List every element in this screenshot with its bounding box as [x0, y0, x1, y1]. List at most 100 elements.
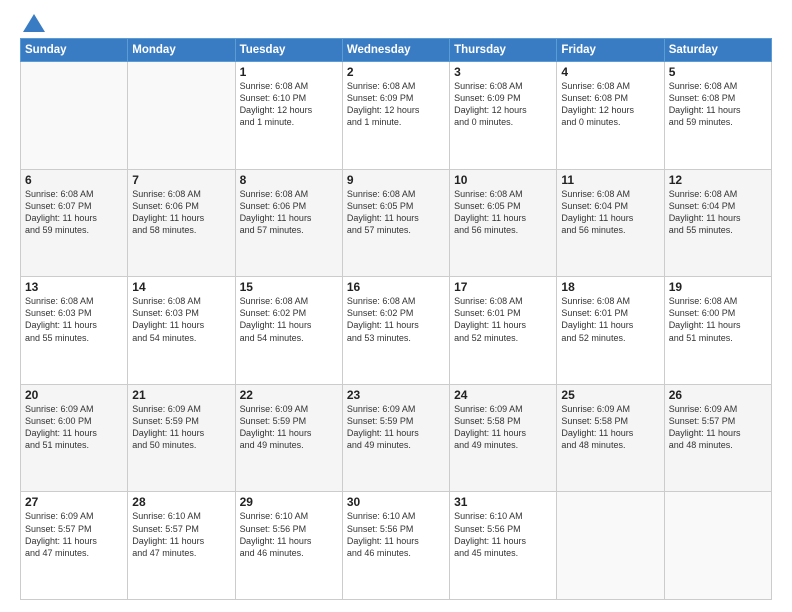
calendar-cell: 11Sunrise: 6:08 AM Sunset: 6:04 PM Dayli…	[557, 169, 664, 277]
day-number: 4	[561, 65, 659, 79]
calendar-cell: 2Sunrise: 6:08 AM Sunset: 6:09 PM Daylig…	[342, 62, 449, 170]
calendar-header-row: SundayMondayTuesdayWednesdayThursdayFrid…	[21, 39, 772, 62]
calendar-cell: 25Sunrise: 6:09 AM Sunset: 5:58 PM Dayli…	[557, 384, 664, 492]
calendar-cell: 13Sunrise: 6:08 AM Sunset: 6:03 PM Dayli…	[21, 277, 128, 385]
day-info: Sunrise: 6:09 AM Sunset: 5:59 PM Dayligh…	[132, 403, 230, 452]
day-info: Sunrise: 6:08 AM Sunset: 6:01 PM Dayligh…	[561, 295, 659, 344]
day-info: Sunrise: 6:08 AM Sunset: 6:06 PM Dayligh…	[240, 188, 338, 237]
col-header-thursday: Thursday	[450, 39, 557, 62]
calendar-cell: 15Sunrise: 6:08 AM Sunset: 6:02 PM Dayli…	[235, 277, 342, 385]
day-number: 1	[240, 65, 338, 79]
calendar-cell: 26Sunrise: 6:09 AM Sunset: 5:57 PM Dayli…	[664, 384, 771, 492]
calendar-cell	[128, 62, 235, 170]
calendar-cell: 30Sunrise: 6:10 AM Sunset: 5:56 PM Dayli…	[342, 492, 449, 600]
col-header-friday: Friday	[557, 39, 664, 62]
calendar-cell: 22Sunrise: 6:09 AM Sunset: 5:59 PM Dayli…	[235, 384, 342, 492]
calendar-week-row: 20Sunrise: 6:09 AM Sunset: 6:00 PM Dayli…	[21, 384, 772, 492]
day-info: Sunrise: 6:08 AM Sunset: 6:05 PM Dayligh…	[347, 188, 445, 237]
day-number: 15	[240, 280, 338, 294]
calendar-cell: 8Sunrise: 6:08 AM Sunset: 6:06 PM Daylig…	[235, 169, 342, 277]
calendar-table: SundayMondayTuesdayWednesdayThursdayFrid…	[20, 38, 772, 600]
calendar-cell	[557, 492, 664, 600]
day-info: Sunrise: 6:09 AM Sunset: 5:59 PM Dayligh…	[347, 403, 445, 452]
day-number: 18	[561, 280, 659, 294]
day-number: 30	[347, 495, 445, 509]
day-number: 28	[132, 495, 230, 509]
day-info: Sunrise: 6:09 AM Sunset: 5:57 PM Dayligh…	[25, 510, 123, 559]
calendar-cell: 16Sunrise: 6:08 AM Sunset: 6:02 PM Dayli…	[342, 277, 449, 385]
day-number: 2	[347, 65, 445, 79]
calendar-week-row: 6Sunrise: 6:08 AM Sunset: 6:07 PM Daylig…	[21, 169, 772, 277]
day-info: Sunrise: 6:09 AM Sunset: 6:00 PM Dayligh…	[25, 403, 123, 452]
col-header-sunday: Sunday	[21, 39, 128, 62]
day-number: 3	[454, 65, 552, 79]
day-number: 10	[454, 173, 552, 187]
day-number: 6	[25, 173, 123, 187]
day-number: 8	[240, 173, 338, 187]
col-header-tuesday: Tuesday	[235, 39, 342, 62]
day-number: 23	[347, 388, 445, 402]
day-number: 31	[454, 495, 552, 509]
day-info: Sunrise: 6:08 AM Sunset: 6:05 PM Dayligh…	[454, 188, 552, 237]
day-number: 13	[25, 280, 123, 294]
day-number: 20	[25, 388, 123, 402]
day-number: 9	[347, 173, 445, 187]
calendar-cell: 23Sunrise: 6:09 AM Sunset: 5:59 PM Dayli…	[342, 384, 449, 492]
calendar-cell: 18Sunrise: 6:08 AM Sunset: 6:01 PM Dayli…	[557, 277, 664, 385]
calendar-cell: 17Sunrise: 6:08 AM Sunset: 6:01 PM Dayli…	[450, 277, 557, 385]
day-info: Sunrise: 6:10 AM Sunset: 5:56 PM Dayligh…	[454, 510, 552, 559]
calendar-cell: 20Sunrise: 6:09 AM Sunset: 6:00 PM Dayli…	[21, 384, 128, 492]
logo	[20, 16, 45, 28]
col-header-wednesday: Wednesday	[342, 39, 449, 62]
calendar-cell: 24Sunrise: 6:09 AM Sunset: 5:58 PM Dayli…	[450, 384, 557, 492]
calendar-cell: 3Sunrise: 6:08 AM Sunset: 6:09 PM Daylig…	[450, 62, 557, 170]
col-header-saturday: Saturday	[664, 39, 771, 62]
header	[20, 16, 772, 28]
calendar-cell: 21Sunrise: 6:09 AM Sunset: 5:59 PM Dayli…	[128, 384, 235, 492]
day-number: 19	[669, 280, 767, 294]
day-info: Sunrise: 6:08 AM Sunset: 6:04 PM Dayligh…	[561, 188, 659, 237]
calendar-cell: 1Sunrise: 6:08 AM Sunset: 6:10 PM Daylig…	[235, 62, 342, 170]
day-number: 5	[669, 65, 767, 79]
calendar-week-row: 27Sunrise: 6:09 AM Sunset: 5:57 PM Dayli…	[21, 492, 772, 600]
day-number: 24	[454, 388, 552, 402]
day-info: Sunrise: 6:10 AM Sunset: 5:56 PM Dayligh…	[240, 510, 338, 559]
day-info: Sunrise: 6:08 AM Sunset: 6:01 PM Dayligh…	[454, 295, 552, 344]
calendar-cell: 4Sunrise: 6:08 AM Sunset: 6:08 PM Daylig…	[557, 62, 664, 170]
day-number: 21	[132, 388, 230, 402]
day-number: 7	[132, 173, 230, 187]
day-info: Sunrise: 6:08 AM Sunset: 6:10 PM Dayligh…	[240, 80, 338, 129]
day-number: 17	[454, 280, 552, 294]
day-number: 12	[669, 173, 767, 187]
day-number: 26	[669, 388, 767, 402]
day-info: Sunrise: 6:09 AM Sunset: 5:58 PM Dayligh…	[561, 403, 659, 452]
calendar-cell: 10Sunrise: 6:08 AM Sunset: 6:05 PM Dayli…	[450, 169, 557, 277]
day-number: 11	[561, 173, 659, 187]
day-info: Sunrise: 6:08 AM Sunset: 6:09 PM Dayligh…	[454, 80, 552, 129]
day-info: Sunrise: 6:08 AM Sunset: 6:08 PM Dayligh…	[669, 80, 767, 129]
calendar-cell: 12Sunrise: 6:08 AM Sunset: 6:04 PM Dayli…	[664, 169, 771, 277]
day-number: 27	[25, 495, 123, 509]
calendar-cell: 19Sunrise: 6:08 AM Sunset: 6:00 PM Dayli…	[664, 277, 771, 385]
calendar-week-row: 13Sunrise: 6:08 AM Sunset: 6:03 PM Dayli…	[21, 277, 772, 385]
day-info: Sunrise: 6:08 AM Sunset: 6:02 PM Dayligh…	[347, 295, 445, 344]
calendar-cell: 14Sunrise: 6:08 AM Sunset: 6:03 PM Dayli…	[128, 277, 235, 385]
day-info: Sunrise: 6:09 AM Sunset: 5:59 PM Dayligh…	[240, 403, 338, 452]
day-info: Sunrise: 6:10 AM Sunset: 5:56 PM Dayligh…	[347, 510, 445, 559]
day-info: Sunrise: 6:08 AM Sunset: 6:09 PM Dayligh…	[347, 80, 445, 129]
day-info: Sunrise: 6:08 AM Sunset: 6:06 PM Dayligh…	[132, 188, 230, 237]
calendar-cell: 5Sunrise: 6:08 AM Sunset: 6:08 PM Daylig…	[664, 62, 771, 170]
day-info: Sunrise: 6:08 AM Sunset: 6:07 PM Dayligh…	[25, 188, 123, 237]
calendar-cell: 7Sunrise: 6:08 AM Sunset: 6:06 PM Daylig…	[128, 169, 235, 277]
day-info: Sunrise: 6:09 AM Sunset: 5:58 PM Dayligh…	[454, 403, 552, 452]
day-number: 16	[347, 280, 445, 294]
calendar-cell: 29Sunrise: 6:10 AM Sunset: 5:56 PM Dayli…	[235, 492, 342, 600]
calendar-cell	[664, 492, 771, 600]
calendar-cell: 6Sunrise: 6:08 AM Sunset: 6:07 PM Daylig…	[21, 169, 128, 277]
logo-arrow-icon	[23, 14, 45, 32]
day-info: Sunrise: 6:08 AM Sunset: 6:00 PM Dayligh…	[669, 295, 767, 344]
calendar-cell: 9Sunrise: 6:08 AM Sunset: 6:05 PM Daylig…	[342, 169, 449, 277]
day-info: Sunrise: 6:09 AM Sunset: 5:57 PM Dayligh…	[669, 403, 767, 452]
calendar-cell: 27Sunrise: 6:09 AM Sunset: 5:57 PM Dayli…	[21, 492, 128, 600]
day-info: Sunrise: 6:08 AM Sunset: 6:02 PM Dayligh…	[240, 295, 338, 344]
